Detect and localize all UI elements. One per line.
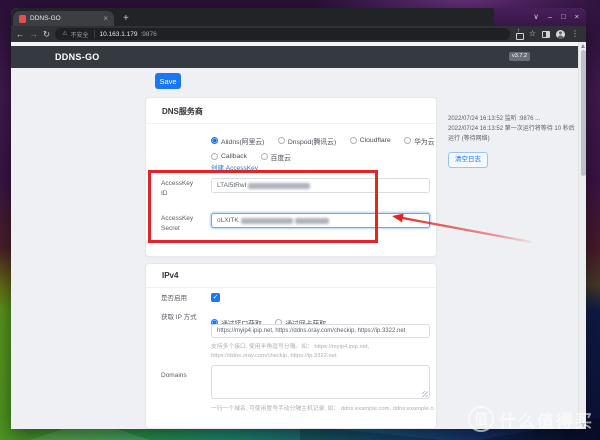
ip-api-url-value: https://myip4.ipip.net, https://ddns.ora… (217, 328, 405, 334)
window-close-icon[interactable]: × (575, 13, 579, 21)
window-maximize-icon[interactable]: □ (561, 13, 566, 21)
address-bar[interactable]: ⚠ 不安全 10.163.1.179 :9876 (55, 28, 510, 40)
divider (146, 123, 436, 124)
watermark-badge-icon: 值 (468, 406, 494, 432)
radio-icon (350, 137, 357, 144)
ipv4-card: IPv4 是否启用 ✓ 获取 IP 方式 通过接口获取 通过网卡获取 (145, 263, 437, 429)
scrollbar-up-icon[interactable] (581, 44, 585, 48)
clear-log-button[interactable]: 清空日志 (448, 152, 488, 168)
provider-radio-baidu[interactable]: 百度云 (261, 152, 291, 162)
new-tab-button[interactable]: + (123, 11, 129, 26)
ip-api-url-input[interactable]: https://myip4.ipip.net, https://ddns.ora… (211, 324, 430, 338)
window-frame: ∨ – □ × (494, 8, 586, 26)
window-menu-icon[interactable]: ∨ (533, 13, 539, 21)
scrollbar-thumb[interactable] (581, 50, 586, 176)
provider-radio-callback[interactable]: Callback (211, 153, 247, 160)
log-panel: 2022/07/24 16:13:52 监听 :9876 ... 2022/07… (448, 114, 577, 144)
provider-radio-dnspod[interactable]: Dnspod(腾讯云) (278, 136, 336, 146)
enable-label: 是否启用 (161, 294, 207, 304)
side-panel-icon[interactable] (542, 31, 550, 38)
annotation-red-box (148, 170, 378, 243)
provider-radio-huawei[interactable]: 华为云 (404, 136, 434, 146)
log-line: 2022/07/24 16:13:52 第一次运行将等待 10 秒后运行 (等待… (448, 124, 577, 144)
radio-selected-icon (211, 137, 218, 144)
browser-tab[interactable]: DDNS-GO × (13, 11, 114, 26)
security-warning-icon[interactable]: ⚠ (62, 31, 67, 37)
url-host: 10.163.1.179 (100, 31, 138, 38)
window-minimize-icon[interactable]: – (548, 13, 552, 21)
provider-label: Dnspod(腾讯云) (288, 136, 336, 146)
browser-menu-icon[interactable]: ⋮ (571, 30, 579, 38)
browser-toolbar: ← → ↻ ⚠ 不安全 10.163.1.179 :9876 ☆ ⋮ (11, 26, 586, 42)
domains-help-text: 一行一个域名, 可使用冒号手动分隔主机记录, 如： ddns.example.c… (211, 405, 434, 414)
reload-icon[interactable]: ↻ (43, 30, 50, 39)
tab-title: DDNS-GO (30, 15, 99, 22)
enable-checkbox[interactable]: ✓ (211, 293, 220, 302)
app-brand: DDNS-GO (55, 52, 100, 62)
bookmark-star-icon[interactable]: ☆ (529, 30, 536, 38)
domains-label: Domains (161, 371, 207, 381)
radio-icon (278, 137, 285, 144)
domains-textarea[interactable] (211, 365, 430, 399)
ip-api-help-text: 支持多个接口, 使用半角逗号分隔。如： https://myip4.ipip.n… (211, 343, 434, 360)
ipv4-card-title: IPv4 (162, 271, 178, 280)
save-button[interactable]: Save (155, 73, 181, 89)
resize-grip-icon[interactable] (422, 391, 428, 397)
url-separator (94, 30, 95, 38)
page-viewport: DDNS-GO v3.7.2 Save DNS服务商 Alidns(阿里云) D… (11, 42, 586, 429)
log-line: 2022/07/24 16:13:52 监听 :9876 ... (448, 114, 577, 124)
back-icon[interactable]: ← (16, 30, 25, 39)
url-port: :9876 (140, 31, 156, 38)
browser-window: ∨ – □ × DDNS-GO × + ← → ↻ ⚠ 不安全 10.163.1… (11, 8, 586, 429)
tab-favicon-icon (19, 15, 26, 23)
profile-avatar-icon[interactable] (556, 30, 565, 39)
tab-close-icon[interactable]: × (103, 15, 108, 23)
provider-radio-alidns[interactable]: Alidns(阿里云) (211, 136, 264, 146)
page-scrollbar[interactable] (578, 42, 586, 429)
forward-icon[interactable]: → (30, 30, 39, 39)
ip-method-label: 获取 IP 方式 (161, 313, 207, 323)
version-badge: v3.7.2 (509, 52, 530, 61)
desktop-wallpaper: ∨ – □ × DDNS-GO × + ← → ↻ ⚠ 不安全 10.163.1… (0, 0, 600, 440)
tab-strip: ∨ – □ × DDNS-GO × + (11, 8, 586, 26)
radio-icon (261, 153, 268, 160)
dns-card-title: DNS服务商 (162, 106, 203, 117)
toolbar-actions: ☆ ⋮ (515, 30, 581, 39)
app-navbar: DDNS-GO v3.7.2 (11, 46, 578, 68)
watermark: 值 什么值得买 (468, 406, 594, 432)
share-icon[interactable] (515, 30, 523, 38)
provider-radio-cloudflare[interactable]: Cloudflare (350, 137, 391, 144)
radio-icon (211, 153, 218, 160)
provider-label: 华为云 (414, 136, 434, 146)
provider-label: Cloudflare (360, 137, 391, 144)
divider (146, 287, 436, 288)
provider-label: Alidns(阿里云) (221, 136, 264, 146)
radio-icon (404, 137, 411, 144)
provider-label: Callback (221, 153, 247, 160)
security-label: 不安全 (71, 30, 89, 39)
provider-label: 百度云 (271, 152, 291, 162)
watermark-text: 什么值得买 (499, 407, 594, 432)
